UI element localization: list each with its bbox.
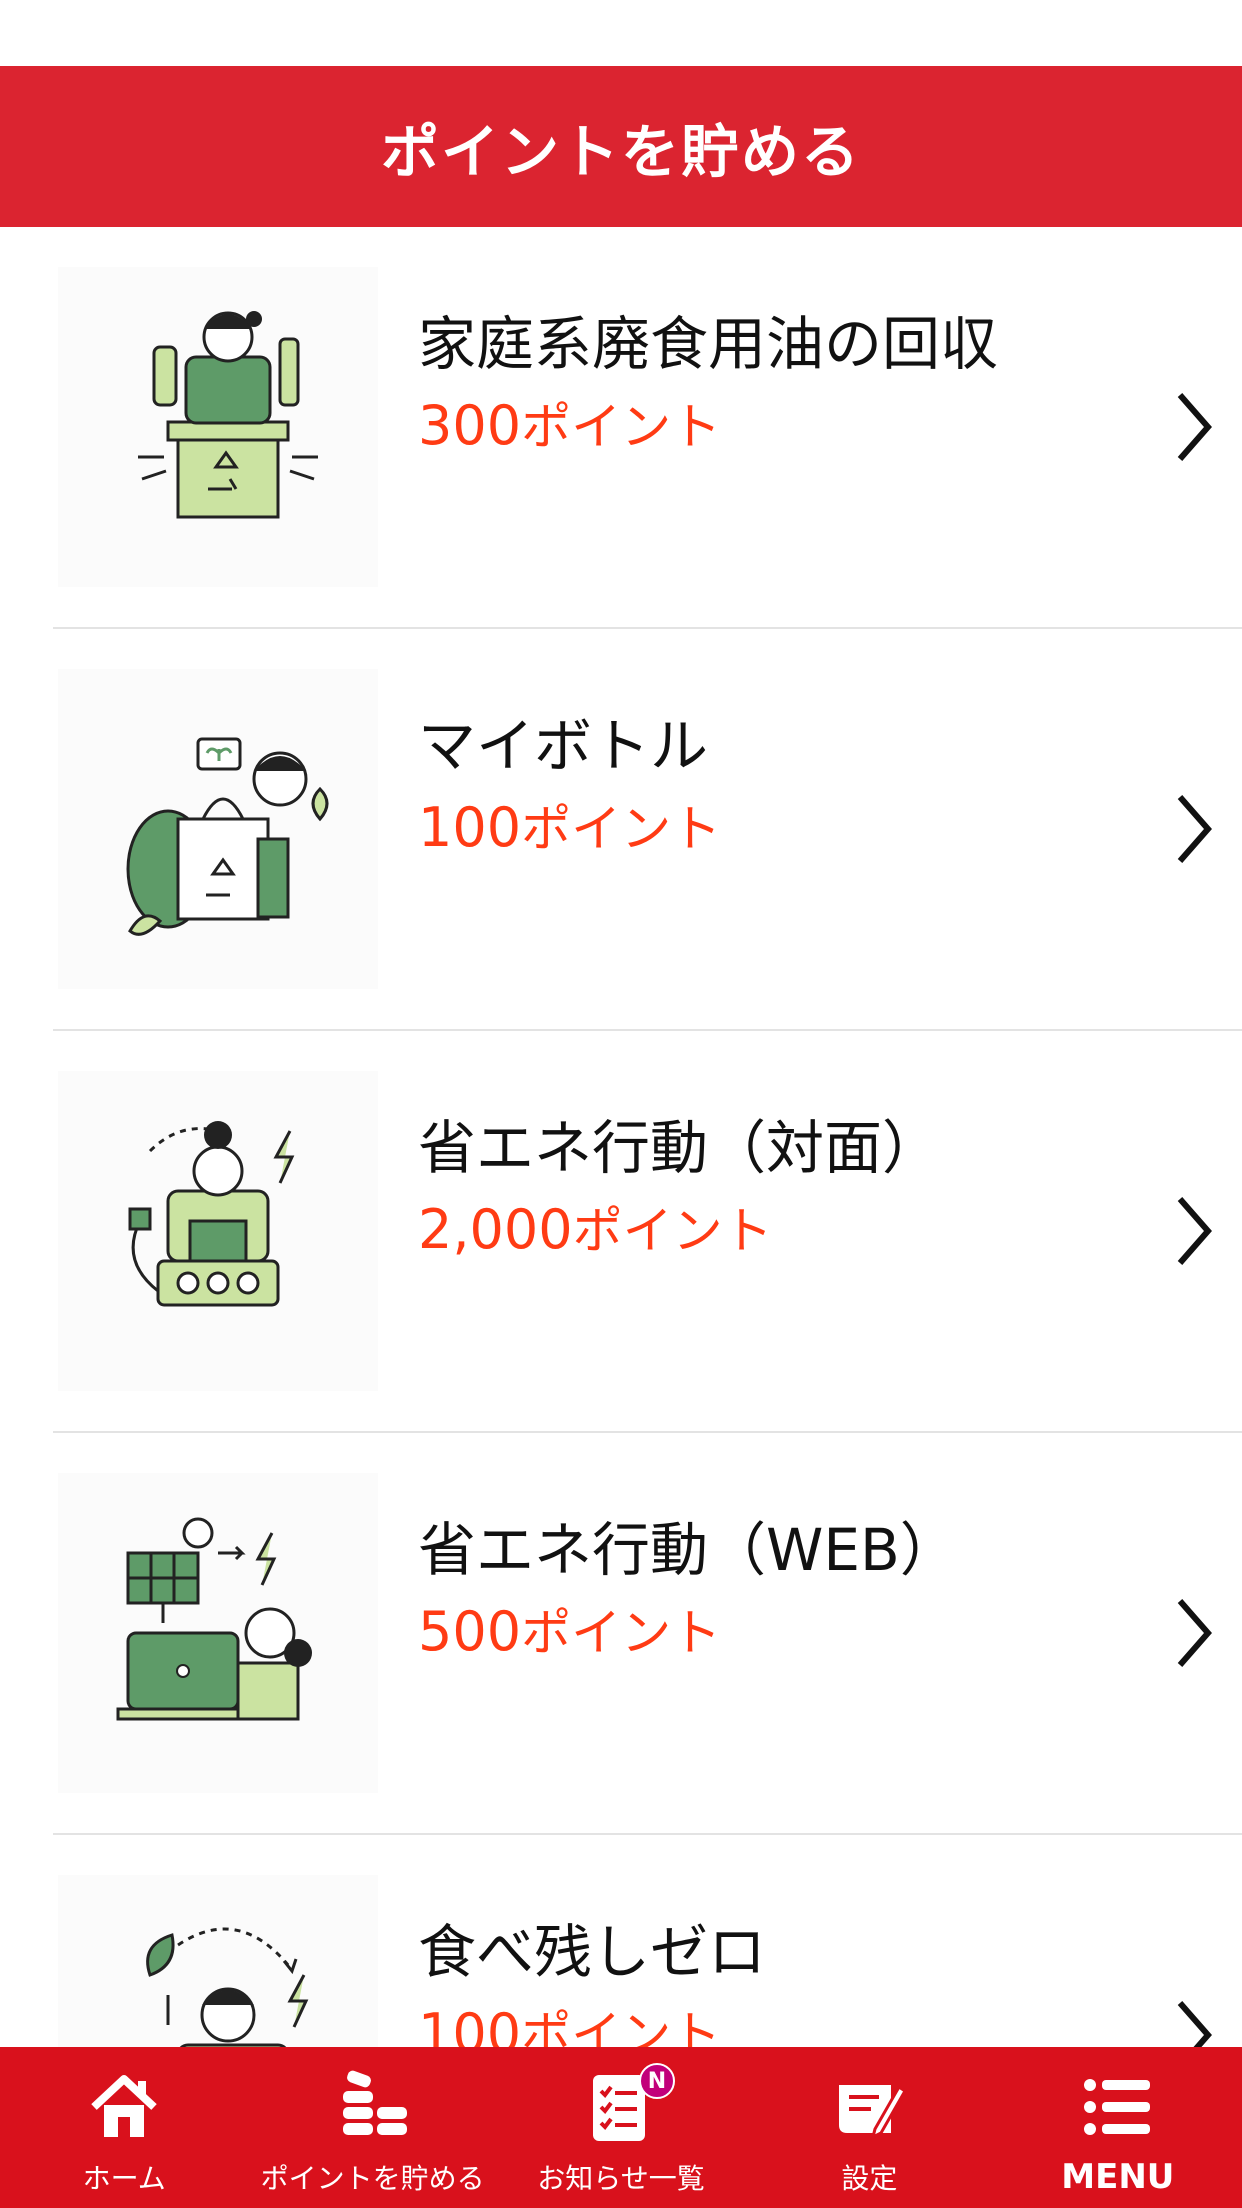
tab-label: ホーム xyxy=(82,2162,166,2195)
chevron-right-icon xyxy=(1177,1197,1212,1265)
web-energy-saving-illustration xyxy=(58,1473,378,1793)
coins-icon xyxy=(333,2067,413,2147)
list-item-oil-recycling[interactable]: 家庭系廃食用油の回収 300ポイント xyxy=(0,227,1242,629)
page-header: ポイントを貯める xyxy=(0,66,1242,227)
chevron-right-icon xyxy=(1177,2001,1212,2047)
tab-home[interactable]: ホーム xyxy=(0,2047,248,2208)
item-points: 300ポイント xyxy=(418,394,722,457)
status-bar xyxy=(0,0,1242,66)
list-item-zero-food-waste[interactable]: 食べ残しゼロ 100ポイント xyxy=(0,1835,1242,2047)
tab-label: 設定 xyxy=(841,2162,898,2195)
item-name: マイボトル xyxy=(418,712,709,780)
oil-recycling-illustration xyxy=(58,267,378,587)
item-points: 2,000ポイント xyxy=(418,1198,773,1261)
bottom-tab-bar: ホーム ポイントを貯める N お知らせ一覧 設定 MENU xyxy=(0,2047,1242,2208)
list-item-energy-saving-web[interactable]: 省エネ行動（WEB） 500ポイント xyxy=(0,1433,1242,1835)
new-badge: N xyxy=(639,2063,676,2099)
chevron-right-icon xyxy=(1177,393,1212,461)
energy-saving-illustration xyxy=(58,1071,378,1391)
item-name: 省エネ行動（WEB） xyxy=(418,1516,958,1584)
tab-notices[interactable]: N お知らせ一覧 xyxy=(497,2047,745,2208)
chevron-right-icon xyxy=(1177,1599,1212,1667)
item-name: 省エネ行動（対面） xyxy=(418,1114,941,1182)
zero-food-waste-illustration xyxy=(58,1875,378,2047)
settings-icon xyxy=(829,2067,909,2147)
tab-earn-points[interactable]: ポイントを貯める xyxy=(248,2047,496,2208)
item-name: 家庭系廃食用油の回収 xyxy=(418,310,999,378)
item-points: 100ポイント xyxy=(418,2002,722,2047)
menu-icon xyxy=(1078,2067,1158,2147)
list-item-my-bottle[interactable]: マイボトル 100ポイント xyxy=(0,629,1242,1031)
my-bottle-illustration xyxy=(58,669,378,989)
item-points: 100ポイント xyxy=(418,796,722,859)
points-list[interactable]: 家庭系廃食用油の回収 300ポイント マイボトル 100ポイント 省エネ行動（対… xyxy=(0,227,1242,2047)
item-points: 500ポイント xyxy=(418,1600,722,1663)
tab-settings[interactable]: 設定 xyxy=(745,2047,993,2208)
tab-label: ポイントを貯める xyxy=(260,2162,485,2195)
item-name: 食べ残しゼロ xyxy=(418,1918,767,1986)
list-item-energy-saving-in-person[interactable]: 省エネ行動（対面） 2,000ポイント xyxy=(0,1031,1242,1433)
home-icon xyxy=(84,2067,164,2147)
chevron-right-icon xyxy=(1177,795,1212,863)
page-title: ポイントを貯める xyxy=(380,117,861,186)
notice-icon: N xyxy=(581,2063,676,2147)
tab-label: お知らせ一覧 xyxy=(537,2162,705,2195)
tab-label: MENU xyxy=(1061,2157,1175,2197)
tab-menu[interactable]: MENU xyxy=(994,2047,1242,2208)
